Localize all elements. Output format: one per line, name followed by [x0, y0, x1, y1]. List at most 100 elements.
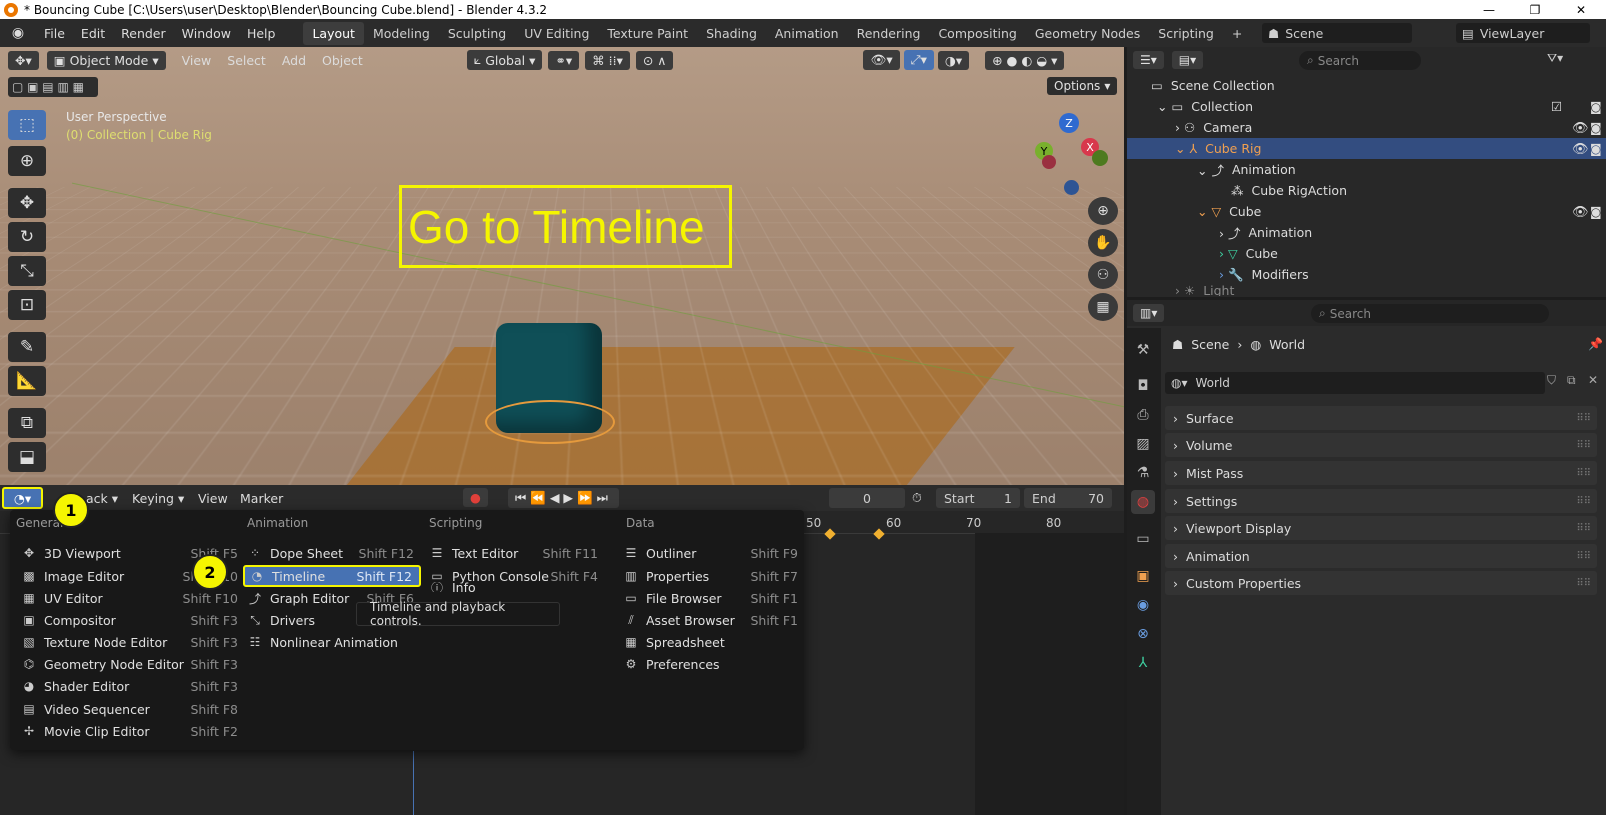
outliner-row-cube[interactable]: ⌄ ▽ Cube	[1127, 201, 1606, 222]
editor-type-button[interactable]: ✥▾	[8, 50, 39, 70]
outliner-row-scene-collection[interactable]: ▭ Scene Collection	[1127, 75, 1606, 96]
maximize-button[interactable]: ❐	[1512, 0, 1558, 19]
minimize-button[interactable]: —	[1466, 0, 1512, 19]
editor-type-button-timeline[interactable]: ◔▾	[2, 487, 43, 509]
proportional-edit-toggle[interactable]: ⊙ ∧	[635, 50, 674, 70]
tab-uv-editing[interactable]: UV Editing	[515, 22, 598, 45]
select-mode-buttons[interactable]: ▢ ▣ ▤ ▥ ▦	[8, 77, 98, 97]
menu-help[interactable]: Help	[239, 26, 284, 41]
tab-texture-paint[interactable]: Texture Paint	[598, 22, 697, 45]
fake-user-shield-icon[interactable]: ⛉	[1547, 373, 1556, 388]
menu-item-outliner[interactable]: ☰ Outliner Shift F9	[622, 542, 798, 564]
tab-animation[interactable]: Animation	[766, 22, 848, 45]
world-tab[interactable]: ◍	[1131, 490, 1155, 514]
outliner-search[interactable]: ⌕ Search	[1299, 51, 1421, 70]
menu-item-dope-sheet[interactable]: ⁘ Dope Sheet Shift F12	[246, 542, 414, 564]
render-tab[interactable]: ◘	[1131, 374, 1155, 398]
outliner-row-camera[interactable]: › ⚇ Camera	[1127, 117, 1606, 138]
orientation-dropdown[interactable]: ⟀ Global ▾	[466, 50, 543, 70]
render-camera-icon[interactable]: ◙	[1590, 100, 1602, 114]
keyframe-marker[interactable]	[873, 528, 885, 540]
display-mode-dropdown[interactable]: ▤▾	[1171, 51, 1204, 69]
menu-item-asset-browser[interactable]: ⫽ Asset Browser Shift F1	[622, 609, 798, 631]
add-workspace-button[interactable]: +	[1223, 22, 1251, 45]
rotate-tool[interactable]: ↻	[8, 222, 46, 252]
menu-item-video-sequencer[interactable]: ▤ Video Sequencer Shift F8	[20, 698, 238, 720]
timeline-view-menu[interactable]: View	[190, 491, 236, 506]
outliner-row-collection[interactable]: ⌄ ▭ Collection ☑	[1127, 96, 1606, 117]
annotate-tool[interactable]: ✎	[8, 332, 46, 362]
panel-viewport-display[interactable]: › Viewport Display ⠿⠿	[1165, 516, 1597, 540]
panel-animation[interactable]: › Animation ⠿⠿	[1165, 544, 1597, 568]
menu-item-shader-editor[interactable]: ◕ Shader Editor Shift F3	[20, 675, 238, 697]
panel-mist-pass[interactable]: › Mist Pass ⠿⠿	[1165, 461, 1597, 485]
tab-compositing[interactable]: Compositing	[929, 22, 1025, 45]
start-frame-field[interactable]: Start 1	[936, 488, 1020, 508]
drag-handle-icon[interactable]: ⠿⠿	[1576, 440, 1591, 451]
tab-scripting[interactable]: Scripting	[1149, 22, 1223, 45]
panel-settings[interactable]: › Settings ⠿⠿	[1165, 489, 1597, 513]
camera-view-button[interactable]: ⚇	[1088, 261, 1118, 289]
world-datablock-field[interactable]: ◍▾ World	[1165, 372, 1545, 394]
blender-menu-icon[interactable]: ◉	[0, 25, 36, 41]
pin-icon[interactable]: 📌	[1588, 337, 1603, 351]
render-camera-icon[interactable]: ◙	[1590, 142, 1602, 156]
filter-icon[interactable]: ⛛▾	[1547, 51, 1563, 66]
menu-item-compositor[interactable]: ▣ Compositor Shift F3	[20, 609, 238, 631]
menu-item-geometry-node-editor[interactable]: ⌬ Geometry Node Editor Shift F3	[20, 653, 238, 675]
collection-tab[interactable]: ▭	[1131, 527, 1155, 551]
menu-item-spreadsheet[interactable]: ▦ Spreadsheet	[622, 631, 798, 653]
shading-modes[interactable]: ⊕ ● ◐ ◒ ▾	[985, 50, 1065, 70]
drag-handle-icon[interactable]: ⠿⠿	[1576, 413, 1591, 424]
snap-toggle[interactable]: ⌘ ⁞⁞▾	[585, 50, 630, 70]
menu-item-uv-editor[interactable]: ▦ UV Editor Shift F10	[20, 587, 238, 609]
scene-tab[interactable]: ⚗	[1131, 461, 1155, 485]
viewport-menu-select[interactable]: Select	[219, 53, 274, 68]
tab-modeling[interactable]: Modeling	[364, 22, 439, 45]
end-frame-field[interactable]: End 70	[1024, 488, 1112, 508]
duplicate-icon[interactable]: ⧉	[1567, 373, 1576, 388]
menu-edit[interactable]: Edit	[73, 26, 113, 41]
viewport-menu-object[interactable]: Object	[314, 53, 371, 68]
eye-icon[interactable]: 👁	[1572, 205, 1589, 220]
properties-editor-type[interactable]: ▥▾	[1133, 304, 1165, 322]
panel-surface[interactable]: › Surface ⠿⠿	[1165, 406, 1597, 430]
checkbox-icon[interactable]: ☑	[1551, 99, 1562, 114]
outliner-row-cube-animation[interactable]: › ⤴ Animation	[1127, 222, 1606, 243]
menu-item-preferences[interactable]: ⚙ Preferences	[622, 653, 798, 675]
outliner-row-cube-mesh[interactable]: › ▽ Cube	[1127, 243, 1606, 264]
menu-window[interactable]: Window	[174, 26, 239, 41]
data-tab[interactable]: ⅄	[1131, 651, 1155, 675]
cursor-tool[interactable]: ⊕	[8, 146, 46, 176]
tab-shading[interactable]: Shading	[697, 22, 766, 45]
render-camera-icon[interactable]: ◙	[1590, 121, 1602, 135]
menu-item-text-editor[interactable]: ☰ Text Editor Shift F11	[428, 542, 598, 564]
view-layer-selector[interactable]: ▤ ViewLayer	[1456, 23, 1590, 43]
gizmo-neg-z[interactable]	[1064, 180, 1079, 195]
unlink-icon[interactable]: ✕	[1588, 373, 1598, 387]
pivot-dropdown[interactable]: ⚭▾	[548, 50, 580, 70]
current-frame-field[interactable]: 0	[829, 488, 905, 508]
render-camera-icon[interactable]: ◙	[1590, 205, 1602, 219]
object-mode-dropdown[interactable]: ▣ Object Mode ▾	[46, 50, 166, 70]
tab-geometry-nodes[interactable]: Geometry Nodes	[1026, 22, 1149, 45]
menu-item-texture-node-editor[interactable]: ▧ Texture Node Editor Shift F3	[20, 631, 238, 653]
close-button[interactable]: ✕	[1558, 0, 1604, 19]
drag-handle-icon[interactable]: ⠿⠿	[1576, 578, 1591, 589]
drag-handle-icon[interactable]: ⠿⠿	[1576, 496, 1591, 507]
pan-button[interactable]: ✋	[1088, 229, 1118, 257]
scene-selector[interactable]: ☗ Scene	[1262, 23, 1412, 43]
drag-handle-icon[interactable]: ⠿⠿	[1576, 468, 1591, 479]
menu-item-info[interactable]: ⓘ Info	[428, 582, 598, 592]
measure-tool[interactable]: 📐	[8, 366, 46, 396]
auto-keying-toggle[interactable]: ●	[463, 488, 488, 507]
overlays-toggle[interactable]: ◑▾	[937, 50, 970, 70]
menu-file[interactable]: File	[36, 26, 73, 41]
tab-sculpting[interactable]: Sculpting	[439, 22, 515, 45]
keying-menu[interactable]: Keying ▾	[124, 491, 192, 506]
viewport-menu-view[interactable]: View	[174, 53, 220, 68]
stopwatch-icon[interactable]: ⏱	[912, 490, 922, 506]
gizmo-toggle[interactable]: ⤢▾	[903, 50, 934, 70]
options-dropdown[interactable]: Options ▾	[1047, 77, 1118, 95]
gizmo-z-axis[interactable]: Z	[1059, 113, 1079, 133]
